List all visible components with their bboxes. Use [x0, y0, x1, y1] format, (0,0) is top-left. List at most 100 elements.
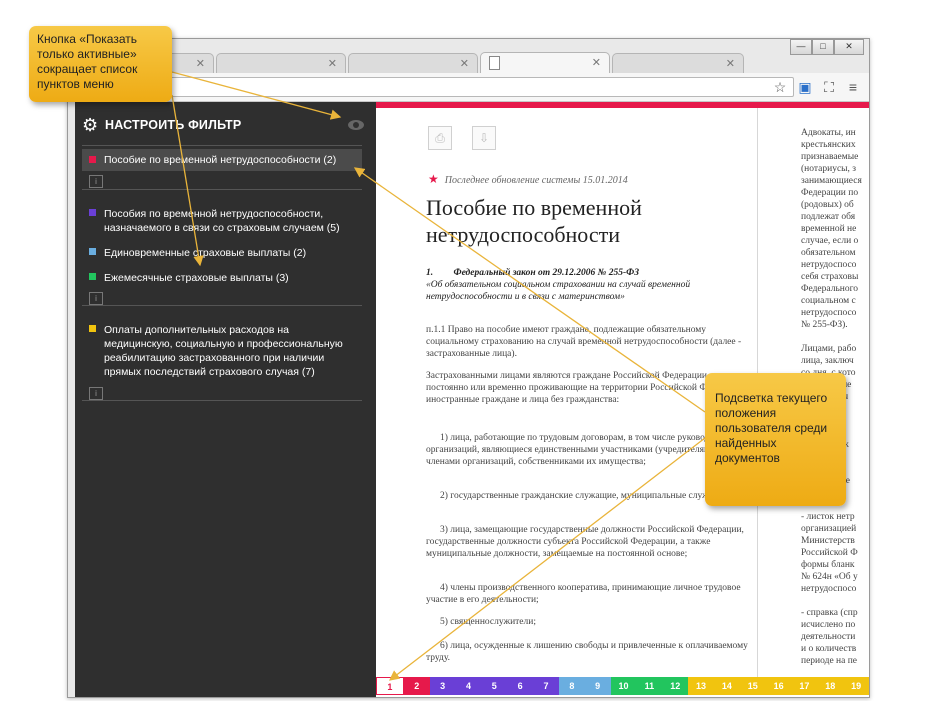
right-column-line: (нотариусы, з: [801, 164, 857, 174]
document-title: Пособие по временной нетрудоспособности: [426, 195, 642, 247]
page-12[interactable]: 12: [662, 677, 689, 695]
right-column-line: Федерального: [801, 284, 859, 294]
address-bar[interactable]: [148, 77, 794, 97]
page-11[interactable]: 11: [636, 677, 663, 695]
print-icon[interactable]: ⎙: [428, 126, 452, 150]
right-column-line: временной не: [801, 224, 857, 234]
page-9[interactable]: 9: [584, 677, 611, 695]
browser-tab-active[interactable]: ✕: [480, 52, 610, 74]
sidebar-item-disability-insured-event[interactable]: Пособия по временной нетрудоспособности,…: [82, 206, 362, 236]
page-6[interactable]: 6: [507, 677, 534, 695]
page-4[interactable]: 4: [455, 677, 482, 695]
category-color-square: [89, 156, 96, 163]
page-10[interactable]: 10: [610, 677, 637, 695]
maximize-button[interactable]: □: [812, 39, 834, 55]
page-16[interactable]: 16: [765, 677, 792, 695]
browser-tab[interactable]: ✕: [216, 53, 346, 74]
cast-icon[interactable]: ▣: [796, 78, 814, 96]
close-tab-icon[interactable]: ✕: [328, 57, 337, 70]
category-color-square: [89, 273, 96, 280]
close-tab-icon[interactable]: ✕: [592, 56, 601, 69]
law-reference: 1. Федеральный закон от 29.12.2006 № 255…: [426, 267, 756, 303]
right-column-line: нетрудоспосо: [801, 308, 857, 318]
category-color-square: [89, 209, 96, 216]
divider: [82, 189, 362, 190]
right-column-line: Федерации по: [801, 188, 859, 198]
tab-bar: ✕ ✕ ✕ ✕ ✕ — □ ✕: [68, 39, 869, 74]
law-number: 1.: [426, 268, 434, 278]
sidebar-item-additional-expenses[interactable]: Оплаты дополнительных расходов на медици…: [82, 322, 362, 380]
right-column-line: обязательном: [801, 248, 856, 258]
filter-header: ⚙ НАСТРОИТЬ ФИЛЬТР: [82, 115, 364, 139]
sidebar-item-lump-sum-payments[interactable]: Единовременные страховые выплаты (2): [82, 245, 362, 261]
info-icon[interactable]: i: [89, 175, 103, 188]
close-tab-icon[interactable]: ✕: [460, 57, 469, 70]
right-column-line: [801, 595, 869, 607]
page-14[interactable]: 14: [713, 677, 740, 695]
sidebar-item-label: Пособия по временной нетрудоспособности,…: [104, 208, 340, 234]
callout-show-active: Кнопка «Показать только активные» сокращ…: [29, 26, 172, 102]
export-icon[interactable]: ⇩: [472, 126, 496, 150]
browser-tab[interactable]: ✕: [348, 53, 478, 74]
page-8[interactable]: 8: [558, 677, 585, 695]
page-15[interactable]: 15: [739, 677, 766, 695]
right-column-line: Российской Ф: [801, 548, 858, 558]
info-icon[interactable]: i: [89, 292, 103, 305]
sidebar-item-label: Пособие по временной нетрудоспособности …: [104, 154, 337, 166]
document-icon: [489, 56, 500, 70]
right-column-line: периоде на пе: [801, 656, 858, 666]
page-1[interactable]: 1: [376, 677, 404, 695]
page-3[interactable]: 3: [429, 677, 456, 695]
browser-window: ✕ ✕ ✕ ✕ ✕ — □ ✕ ☆ ▣ ⛶ ≡ ⚙ НАСТРОИТЬ ФИЛЬ…: [67, 38, 870, 698]
category-color-square: [89, 325, 96, 332]
gear-icon[interactable]: ⚙: [82, 115, 98, 136]
right-column-line: себя страховы: [801, 272, 859, 282]
page-7[interactable]: 7: [533, 677, 559, 695]
paragraph: 3) лица, замещающие государственные долж…: [426, 525, 744, 559]
right-column-line: [801, 331, 869, 343]
right-column-line: социальном с: [801, 296, 856, 306]
filter-title[interactable]: НАСТРОИТЬ ФИЛЬТР: [105, 118, 241, 132]
right-column-line: - листок нетр: [801, 512, 855, 522]
sidebar-item-temporary-disability[interactable]: Пособие по временной нетрудоспособности …: [82, 149, 362, 171]
page-17[interactable]: 17: [791, 677, 818, 695]
star-icon: ★: [428, 172, 439, 186]
close-tab-icon[interactable]: ✕: [196, 57, 205, 70]
menu-icon[interactable]: ≡: [844, 78, 862, 96]
fullscreen-icon[interactable]: ⛶: [820, 78, 838, 96]
close-window-button[interactable]: ✕: [834, 39, 864, 55]
right-column-line: случае, если о: [801, 236, 859, 246]
divider: [82, 145, 362, 146]
star-icon[interactable]: ☆: [771, 78, 789, 96]
browser-tab[interactable]: ✕: [612, 53, 744, 74]
page-19[interactable]: 19: [843, 677, 870, 695]
page-18[interactable]: 18: [817, 677, 844, 695]
right-column-line: (родовых) об: [801, 200, 854, 210]
last-update: ★ Последнее обновление системы 15.01.2014: [428, 172, 628, 187]
page-2[interactable]: 2: [403, 677, 430, 695]
sidebar-item-label: Оплаты дополнительных расходов на медици…: [104, 324, 343, 378]
sidebar-item-monthly-payments[interactable]: Ежемесячные страховые выплаты (3): [82, 270, 362, 286]
right-column-line: № 255-ФЗ).: [801, 320, 848, 330]
category-color-square: [89, 248, 96, 255]
close-tab-icon[interactable]: ✕: [726, 57, 735, 70]
info-icon[interactable]: i: [89, 387, 103, 400]
callout-position-highlight: Подсветка текущего положения пользовател…: [705, 373, 846, 506]
filter-sidebar: ⚙ НАСТРОИТЬ ФИЛЬТР Пособие по временной …: [75, 102, 376, 697]
show-active-only-eye-icon[interactable]: [348, 120, 364, 130]
sidebar-item-label: Единовременные страховые выплаты (2): [104, 247, 307, 259]
paragraph: п.1.1 Право на пособие имеют граждане, п…: [426, 325, 742, 359]
page-5[interactable]: 5: [481, 677, 508, 695]
sidebar-item-label: Ежемесячные страховые выплаты (3): [104, 272, 289, 284]
right-column-line: Лицами, рабо: [801, 344, 857, 354]
law-title[interactable]: Федеральный закон от 29.12.2006 № 255-ФЗ: [454, 268, 640, 278]
right-column-line: нетрудоспосо: [801, 584, 857, 594]
right-column-line: Адвокаты, ин: [801, 128, 856, 138]
right-column-line: крестьянских: [801, 140, 856, 150]
page-13[interactable]: 13: [688, 677, 714, 695]
divider: [82, 305, 362, 306]
right-column-line: формы бланк: [801, 560, 855, 570]
callout-text: Кнопка «Показать только активные» сокращ…: [37, 32, 138, 91]
right-column-line: нетрудоспосо: [801, 260, 857, 270]
minimize-button[interactable]: —: [790, 39, 812, 55]
